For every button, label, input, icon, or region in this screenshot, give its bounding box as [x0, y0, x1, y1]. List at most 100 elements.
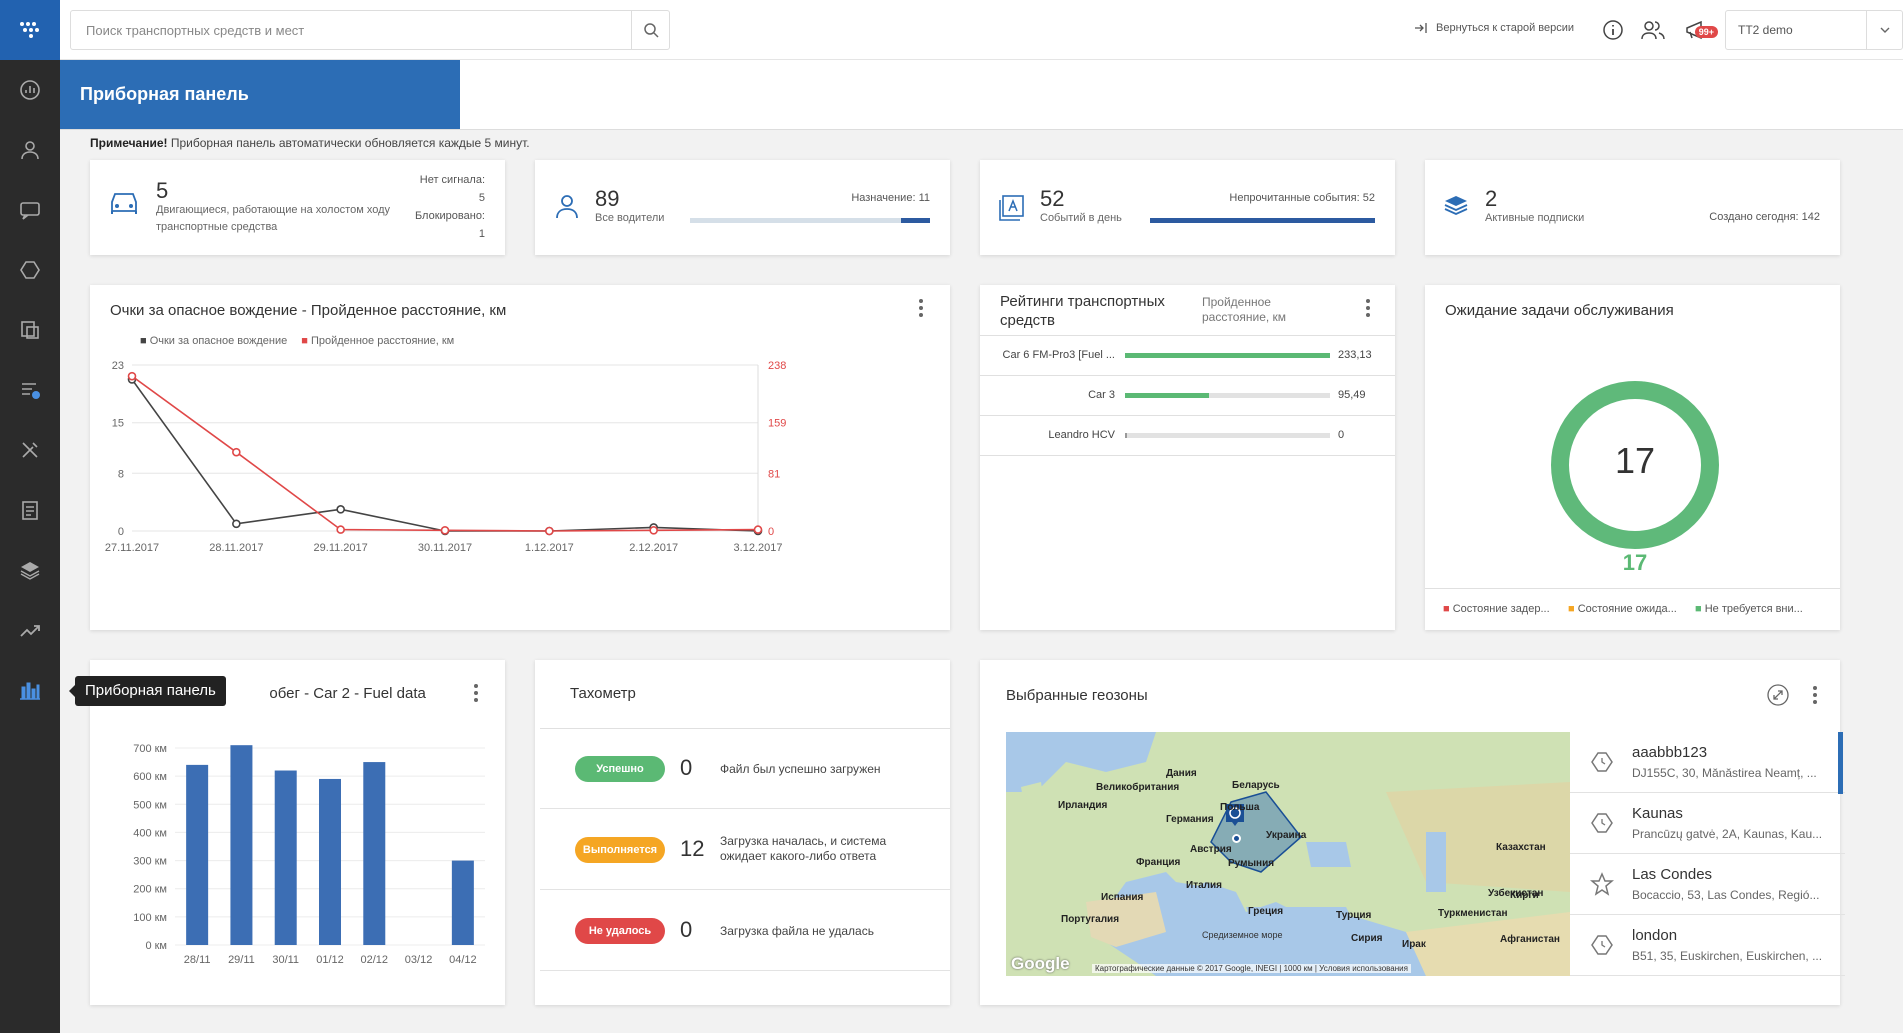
- geo-title: Выбранные геозоны: [1006, 687, 1148, 704]
- legend-delayed[interactable]: ■ Состояние задер...: [1443, 603, 1550, 615]
- rating-value: 95,49: [1338, 389, 1366, 401]
- fuel-mileage-card: Пробегобег - Car 2 - Fuel data 0 км 100 к…: [90, 660, 505, 1005]
- notifications-badge: 99+: [1694, 26, 1718, 38]
- sidebar-layers-icon[interactable]: [0, 540, 60, 600]
- y-left-tick-label: 23: [112, 360, 124, 372]
- sidebar-bar-chart-icon[interactable]: [0, 660, 60, 720]
- sidebar-geozone-icon[interactable]: [0, 240, 60, 300]
- unread-value: 52: [1362, 192, 1375, 204]
- assigned-bar-track: [690, 218, 930, 223]
- info-icon[interactable]: [1600, 17, 1626, 43]
- status-badge[interactable]: Не удалось: [575, 918, 665, 944]
- data-point: [649, 526, 658, 535]
- y-tick-label: 700 км: [133, 743, 167, 755]
- list-scrollbar[interactable]: [1838, 732, 1843, 794]
- back-to-old-version-link[interactable]: Вернуться к старой версии: [1414, 22, 1574, 34]
- geozone-list-item[interactable]: london B51, 35, Euskirchen, Euskirchen, .…: [1570, 915, 1845, 976]
- rating-value: 0: [1338, 429, 1345, 441]
- unread-bar-fill: [1150, 218, 1375, 223]
- sidebar-trend-icon[interactable]: [0, 600, 60, 660]
- sidebar-documents-icon[interactable]: [0, 300, 60, 360]
- rating-row[interactable]: Car 6 FM-Pro3 [Fuel ... 233,13: [980, 336, 1395, 376]
- map-label: Средиземное море: [1202, 930, 1283, 940]
- kebab-menu-icon[interactable]: [473, 684, 479, 702]
- y-left-tick-label: 0: [118, 526, 124, 538]
- map-label: Португалия: [1061, 914, 1120, 925]
- geozone-list-item[interactable]: Las Condes Bocaccio, 53, Las Condes, Regi…: [1570, 854, 1845, 915]
- map-label: Франция: [1136, 857, 1181, 868]
- notifications-icon[interactable]: 99+: [1682, 17, 1718, 43]
- drivers-count: 89: [595, 186, 620, 211]
- note-text: Приборная панель автоматически обновляет…: [167, 136, 530, 150]
- sidebar-route-icon[interactable]: [0, 360, 60, 420]
- tach-title: Тахометр: [570, 685, 636, 702]
- y-right-tick-label: 159: [768, 418, 786, 430]
- rating-row[interactable]: Leandro HCV 0: [980, 416, 1395, 456]
- sidebar-tools-icon[interactable]: [0, 420, 60, 480]
- map-label: Украина: [1266, 830, 1307, 841]
- geozones-map[interactable]: Дания Беларусь Великобритания Польша Ирланди…: [1006, 732, 1570, 976]
- y-tick-label: 600 км: [133, 771, 167, 783]
- users-icon[interactable]: [1640, 17, 1666, 43]
- geozone-address: B51, 35, Euskirchen, Euskirchen, ...: [1632, 949, 1823, 963]
- status-badge[interactable]: Успешно: [575, 756, 665, 782]
- geozone-list-item[interactable]: Kaunas Prancūzų gatvė, 2A, Kaunas, Kau...: [1570, 793, 1845, 854]
- note-bold: Примечание!: [90, 136, 168, 150]
- logo-icon[interactable]: [0, 0, 60, 60]
- sidebar-tasks-icon[interactable]: [0, 480, 60, 540]
- topbar: Вернуться к старой версии 99+ TT2 demo: [60, 0, 1903, 60]
- map-land: [1006, 732, 1570, 976]
- subscriptions-stat-card[interactable]: 2 Активные подписки Создано сегодня: 142: [1425, 160, 1840, 255]
- subs-count: 2: [1485, 186, 1498, 211]
- x-tick-label: 04/12: [449, 954, 477, 966]
- status-badge[interactable]: Выполняется: [575, 837, 665, 863]
- rating-bar-fill: [1125, 353, 1330, 358]
- bar-chart-svg: 0 км 100 км 200 км 300 км 400 км 500 км 600 км…: [133, 743, 485, 966]
- sidebar-chat-icon[interactable]: [0, 180, 60, 240]
- map-label: Беларусь: [1232, 780, 1280, 791]
- created-today-value: 142: [1801, 211, 1820, 223]
- legend-waiting[interactable]: ■ Состояние ожида...: [1568, 603, 1677, 615]
- rating-bar-fill: [1125, 393, 1210, 398]
- kebab-menu-icon[interactable]: [918, 299, 924, 317]
- account-name: TT2 demo: [1738, 23, 1793, 37]
- sidebar-dashboard-icon[interactable]: [0, 60, 60, 120]
- tach-row: Выполняется 12 Загрузка началась, и систем…: [540, 810, 950, 890]
- tach-row: Успешно 0 Файл был успешно загружен: [540, 729, 950, 809]
- vehicles-stat-card[interactable]: 5 Двигающиеся, работающие на холостом хо…: [90, 160, 505, 255]
- expand-icon[interactable]: [1767, 684, 1789, 706]
- assigned-value: 11: [918, 192, 930, 204]
- driver-icon: [556, 195, 578, 219]
- map-copyright: Картографические данные © 2017 Google, I…: [1095, 964, 1278, 973]
- legend-no-attention[interactable]: ■ Не требуется вни...: [1695, 603, 1803, 615]
- y-right-tick-label: 238: [768, 360, 786, 372]
- geozone-list: aaabbb123 DJ155C, 30, Mănăstirea Neamț, .…: [1570, 732, 1845, 976]
- sidebar-driver-icon[interactable]: [0, 120, 60, 180]
- geozone-list-item[interactable]: aaabbb123 DJ155C, 30, Mănăstirea Neamț, .…: [1570, 732, 1845, 793]
- kebab-menu-icon[interactable]: [1812, 686, 1818, 704]
- tach-count: 0: [680, 755, 693, 780]
- x-tick-label: 03/12: [405, 954, 433, 966]
- search-input[interactable]: [71, 11, 631, 49]
- map-terms[interactable]: Условия использования: [1319, 964, 1408, 973]
- created-today-info: Создано сегодня: 142: [1709, 211, 1820, 223]
- assigned-info: Назначение: 11: [851, 192, 930, 204]
- geozone-name: Kaunas: [1632, 805, 1683, 822]
- vehicles-label: Двигающиеся, работающие на холостом ходу…: [156, 204, 391, 233]
- rating-row[interactable]: Car 3 95,49: [980, 376, 1395, 416]
- map-label: Италия: [1186, 880, 1222, 891]
- kebab-menu-icon[interactable]: [1365, 299, 1371, 317]
- y-tick-label: 500 км: [133, 799, 167, 811]
- sidebar-tooltip: Приборная панель: [69, 676, 226, 706]
- account-select[interactable]: TT2 demo: [1725, 10, 1903, 50]
- blocked-value: 1: [478, 228, 485, 240]
- x-tick-label: 28/11: [184, 954, 211, 966]
- sidebar: [0, 0, 60, 1033]
- drivers-stat-card[interactable]: 89 Все водители Назначение: 11: [535, 160, 950, 255]
- events-stat-card[interactable]: 52 Событий в день Непрочитанные события:…: [980, 160, 1395, 255]
- geozone-address: Prancūzų gatvė, 2A, Kaunas, Kau...: [1632, 827, 1823, 841]
- search-icon[interactable]: [631, 11, 669, 49]
- unread-info: Непрочитанные события: 52: [1229, 192, 1375, 204]
- map-label: Афганистан: [1500, 934, 1560, 945]
- data-point: [232, 519, 241, 529]
